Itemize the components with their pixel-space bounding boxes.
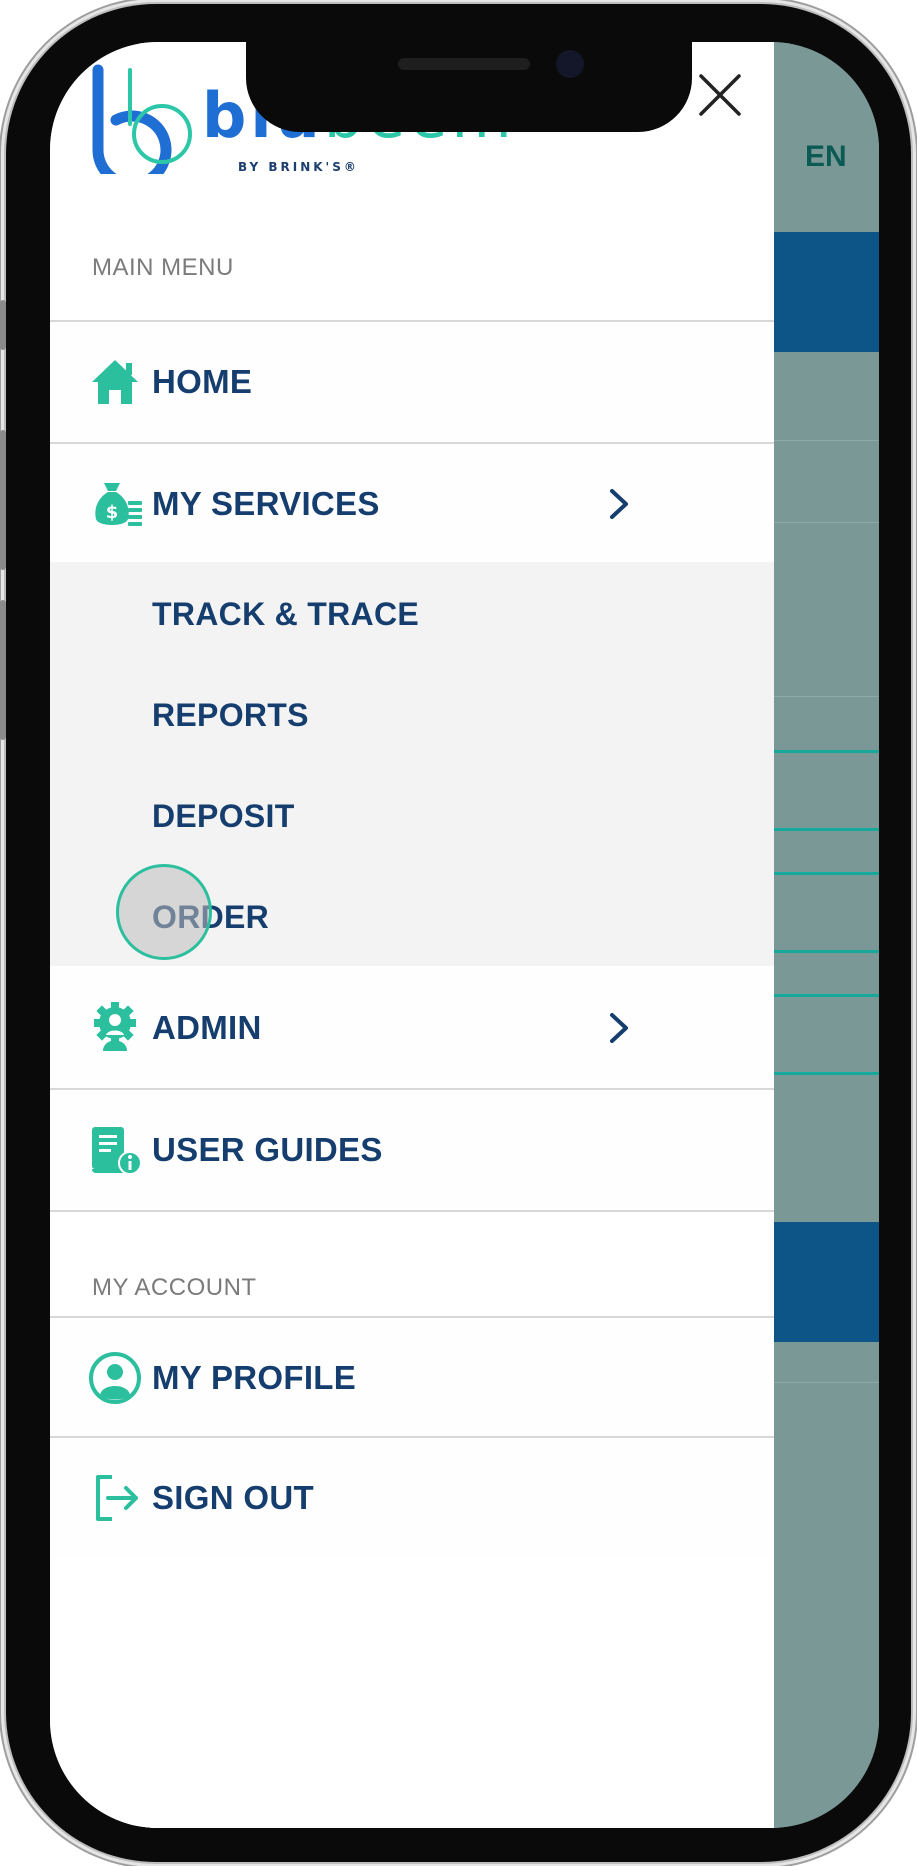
menu-item-label: ADMIN bbox=[152, 1009, 262, 1046]
navigation-drawer: blubeem TM BY BRINK'S® MAIN MENU HOME bbox=[50, 42, 774, 1828]
submenu-item-track-trace[interactable]: TRACK & TRACE bbox=[152, 596, 419, 633]
silent-switch bbox=[0, 300, 6, 350]
brand-subtitle: BY BRINK'S® bbox=[238, 160, 359, 174]
menu-item-sign-out[interactable]: SIGN OUT bbox=[50, 1438, 774, 1558]
menu-item-user-guides[interactable]: USER GUIDES bbox=[50, 1090, 774, 1210]
close-icon bbox=[699, 74, 741, 116]
menu-item-my-services[interactable]: $ MY SERVICES bbox=[50, 444, 774, 564]
phone-notch bbox=[246, 42, 692, 132]
background-header-band bbox=[774, 232, 879, 352]
menu-item-admin[interactable]: ADMIN bbox=[50, 968, 774, 1088]
menu-item-label: MY SERVICES bbox=[152, 485, 380, 522]
home-icon bbox=[92, 360, 138, 404]
chevron-right-icon bbox=[610, 1013, 628, 1043]
menu-item-label: MY PROFILE bbox=[152, 1359, 357, 1396]
background-accent-line bbox=[774, 750, 879, 753]
menu-item-label: HOME bbox=[152, 363, 253, 400]
close-menu-button[interactable] bbox=[695, 70, 745, 120]
background-footer-band bbox=[774, 1222, 879, 1342]
menu-item-home[interactable]: HOME bbox=[50, 322, 774, 442]
menu-item-label: USER GUIDES bbox=[152, 1131, 383, 1168]
admin-gear-icon bbox=[94, 1002, 136, 1051]
volume-down-button bbox=[0, 600, 6, 740]
background-divider bbox=[774, 522, 879, 523]
background-accent-line bbox=[774, 950, 879, 953]
background-accent-line bbox=[774, 1072, 879, 1075]
logo-mark-icon bbox=[92, 64, 192, 174]
background-divider bbox=[774, 1382, 879, 1383]
background-divider bbox=[774, 696, 879, 697]
bottom-fade bbox=[50, 1788, 774, 1828]
speaker-grille bbox=[398, 58, 530, 70]
menu-item-label: SIGN OUT bbox=[152, 1479, 314, 1516]
phone-frame: EN BY BRINK'S® MAIN MENU HOME $ MY SERVI… bbox=[6, 4, 911, 1862]
background-accent-line bbox=[774, 828, 879, 831]
sign-out-icon bbox=[96, 1475, 138, 1521]
main-menu-label: MAIN MENU bbox=[92, 254, 234, 281]
background-accent-line bbox=[774, 994, 879, 997]
divider bbox=[50, 1210, 774, 1212]
background-accent-line bbox=[774, 872, 879, 875]
volume-up-button bbox=[0, 430, 6, 570]
tap-indicator bbox=[116, 864, 212, 960]
language-selector[interactable]: EN bbox=[805, 140, 847, 174]
menu-item-my-profile[interactable]: MY PROFILE bbox=[50, 1318, 774, 1438]
background-divider bbox=[774, 440, 879, 441]
submenu-item-deposit[interactable]: DEPOSIT bbox=[152, 798, 295, 835]
submenu-item-reports[interactable]: REPORTS bbox=[152, 697, 309, 734]
my-account-label: MY ACCOUNT bbox=[92, 1274, 257, 1301]
chevron-right-icon bbox=[610, 489, 628, 519]
user-guide-icon bbox=[92, 1127, 142, 1175]
screen: EN BY BRINK'S® MAIN MENU HOME $ MY SERVI… bbox=[50, 42, 879, 1828]
front-camera bbox=[556, 50, 584, 78]
money-bag-icon: $ bbox=[95, 483, 142, 526]
user-circle-icon bbox=[89, 1352, 141, 1404]
svg-text:$: $ bbox=[106, 502, 119, 523]
